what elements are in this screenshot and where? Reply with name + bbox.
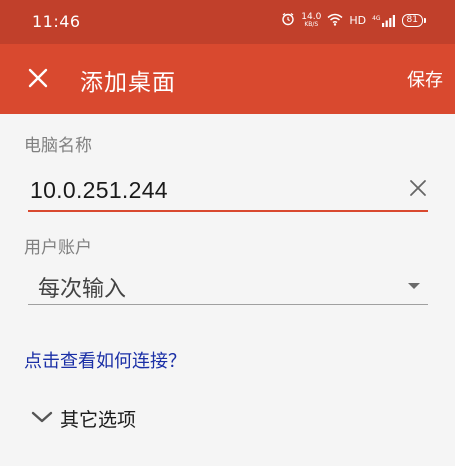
clear-icon[interactable] (408, 178, 428, 198)
pc-name-underline (28, 210, 428, 212)
user-account-label: 用户账户 (24, 238, 92, 258)
net-speed-unit: KB/S (304, 20, 319, 28)
signal-icon: 4G (372, 14, 395, 27)
pc-name-input[interactable]: 10.0.251.244 (30, 177, 168, 204)
more-options-label: 其它选项 (60, 409, 137, 431)
wifi-icon (327, 13, 343, 29)
status-time: 11:46 (32, 12, 81, 31)
user-account-value[interactable]: 每次输入 (38, 271, 126, 303)
alarm-icon (281, 12, 295, 29)
net-speed: 14.0 KB/S (301, 11, 322, 29)
status-bar: 11:46 14.0 KB/S HD 4G 81 (0, 0, 455, 44)
more-options-toggle[interactable]: 其它选项 (30, 405, 136, 432)
close-icon[interactable] (24, 64, 52, 92)
user-account-underline (28, 304, 428, 305)
net-speed-value: 14.0 (301, 11, 322, 22)
network-type: 4G (372, 14, 381, 22)
chevron-down-icon (30, 409, 54, 429)
user-account-select[interactable]: 每次输入 (28, 265, 428, 305)
app-toolbar: 添加桌面 保存 (0, 44, 455, 114)
pc-name-label: 电脑名称 (24, 136, 92, 156)
how-to-connect-link[interactable]: 点击查看如何连接？ (24, 347, 186, 373)
status-icons: 14.0 KB/S HD 4G 81 (281, 11, 427, 29)
dropdown-arrow-icon[interactable] (408, 283, 420, 289)
save-button[interactable]: 保存 (407, 66, 443, 92)
page-title: 添加桌面 (80, 70, 176, 96)
hd-label: HD (349, 14, 367, 27)
pc-name-field[interactable]: 10.0.251.244 (28, 172, 428, 212)
battery-indicator: 81 (401, 14, 427, 27)
